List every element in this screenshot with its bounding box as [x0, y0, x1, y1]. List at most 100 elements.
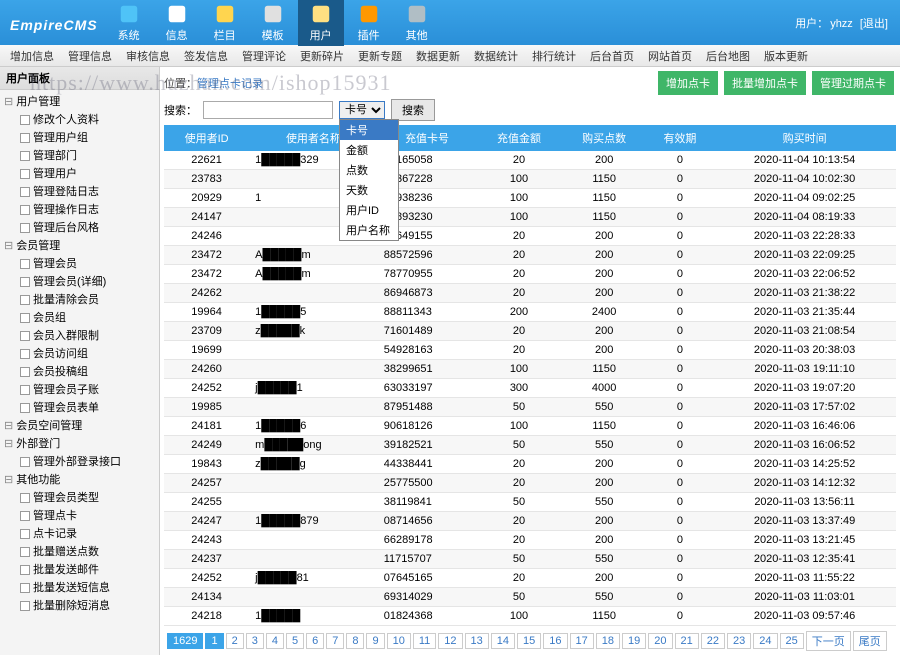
- pager-page[interactable]: 19: [622, 633, 646, 649]
- submenu-item[interactable]: 后台地图: [706, 48, 750, 64]
- pager-page[interactable]: 18: [596, 633, 620, 649]
- search-button[interactable]: 搜索: [391, 99, 435, 121]
- cell-points: 550: [562, 493, 647, 512]
- cell-uid: 23472: [164, 265, 249, 284]
- cell-time: 2020-11-03 13:56:11: [713, 493, 896, 512]
- pager-next[interactable]: 下一页: [806, 631, 851, 651]
- tree-leaf[interactable]: 管理用户: [2, 164, 157, 182]
- tree-leaf[interactable]: 管理会员表单: [2, 398, 157, 416]
- action-button[interactable]: 增加点卡: [658, 71, 718, 95]
- submenu-item[interactable]: 后台首页: [590, 48, 634, 64]
- tree-group[interactable]: 会员管理: [2, 236, 157, 254]
- submenu-item[interactable]: 网站首页: [648, 48, 692, 64]
- tree-leaf[interactable]: 管理用户组: [2, 128, 157, 146]
- pager-page[interactable]: 12: [438, 633, 462, 649]
- submenu-item[interactable]: 更新专题: [358, 48, 402, 64]
- pager-last[interactable]: 尾页: [853, 631, 887, 651]
- username-link[interactable]: yhzz: [830, 18, 853, 30]
- tree-leaf[interactable]: 会员访问组: [2, 344, 157, 362]
- tree-leaf[interactable]: 管理会员子账: [2, 380, 157, 398]
- pager-page[interactable]: 21: [675, 633, 699, 649]
- pager-page[interactable]: 2: [226, 633, 244, 649]
- topnav-模板[interactable]: 模板: [250, 0, 296, 46]
- topnav-其他[interactable]: 其他: [394, 0, 440, 46]
- pager-page[interactable]: 22: [701, 633, 725, 649]
- tree-leaf[interactable]: 管理会员类型: [2, 488, 157, 506]
- pager-page[interactable]: 6: [306, 633, 324, 649]
- cell-time: 2020-11-03 16:46:06: [713, 417, 896, 436]
- pager-page[interactable]: 23: [727, 633, 751, 649]
- tree-leaf[interactable]: 管理会员(详细): [2, 272, 157, 290]
- action-button[interactable]: 管理过期点卡: [812, 71, 894, 95]
- submenu-item[interactable]: 审核信息: [126, 48, 170, 64]
- pager-page[interactable]: 16: [543, 633, 567, 649]
- tree-leaf[interactable]: 管理外部登录接口: [2, 452, 157, 470]
- tree-leaf[interactable]: 管理会员: [2, 254, 157, 272]
- dropdown-option[interactable]: 点数: [340, 160, 398, 180]
- table-row: 2414719893230100115002020-11-04 08:19:33: [164, 208, 896, 227]
- breadcrumb-link[interactable]: 管理点卡记录: [197, 78, 263, 90]
- pager-page[interactable]: 3: [246, 633, 264, 649]
- pager-page[interactable]: 10: [387, 633, 411, 649]
- tree-leaf[interactable]: 批量发送短信息: [2, 578, 157, 596]
- tree-leaf[interactable]: 管理点卡: [2, 506, 157, 524]
- pager-page[interactable]: 4: [266, 633, 284, 649]
- logout-link[interactable]: [退出]: [860, 18, 888, 30]
- submenu-item[interactable]: 版本更新: [764, 48, 808, 64]
- pager-page[interactable]: 8: [346, 633, 364, 649]
- tree-leaf[interactable]: 管理操作日志: [2, 200, 157, 218]
- tree-leaf[interactable]: 批量删除短消息: [2, 596, 157, 614]
- topnav-插件[interactable]: 插件: [346, 0, 392, 46]
- tree-leaf[interactable]: 批量赠送点数: [2, 542, 157, 560]
- tree-group[interactable]: 会员空间管理: [2, 416, 157, 434]
- pager-page[interactable]: 15: [517, 633, 541, 649]
- submenu-item[interactable]: 管理评论: [242, 48, 286, 64]
- topnav-信息[interactable]: 信息: [154, 0, 200, 46]
- tree-group[interactable]: 其他功能: [2, 470, 157, 488]
- topnav-用户[interactable]: 用户: [298, 0, 344, 46]
- submenu-item[interactable]: 管理信息: [68, 48, 112, 64]
- pager-page[interactable]: 13: [465, 633, 489, 649]
- tree-leaf[interactable]: 批量发送邮件: [2, 560, 157, 578]
- tree-leaf[interactable]: 会员投稿组: [2, 362, 157, 380]
- submenu-item[interactable]: 数据更新: [416, 48, 460, 64]
- tree-leaf[interactable]: 会员组: [2, 308, 157, 326]
- tree-group[interactable]: 外部登门: [2, 434, 157, 452]
- dropdown-option[interactable]: 卡号: [340, 120, 398, 140]
- pager-page[interactable]: 9: [366, 633, 384, 649]
- action-button[interactable]: 批量增加点卡: [724, 71, 806, 95]
- pager-page[interactable]: 20: [648, 633, 672, 649]
- tree-group[interactable]: 用户管理: [2, 92, 157, 110]
- tree-leaf[interactable]: 会员入群限制: [2, 326, 157, 344]
- search-input[interactable]: [203, 101, 333, 119]
- submenu-item[interactable]: 数据统计: [474, 48, 518, 64]
- search-select[interactable]: 卡号: [339, 101, 385, 119]
- cell-points: 200: [562, 341, 647, 360]
- pager-page[interactable]: 1: [205, 633, 223, 649]
- pager-page[interactable]: 5: [286, 633, 304, 649]
- tree-leaf[interactable]: 管理后台风格: [2, 218, 157, 236]
- submenu-item[interactable]: 排行统计: [532, 48, 576, 64]
- submenu-item[interactable]: 更新碎片: [300, 48, 344, 64]
- pager-page[interactable]: 14: [491, 633, 515, 649]
- pager-page[interactable]: 24: [753, 633, 777, 649]
- topnav-栏目[interactable]: 栏目: [202, 0, 248, 46]
- dropdown-option[interactable]: 用户ID: [340, 200, 398, 220]
- dropdown-option[interactable]: 天数: [340, 180, 398, 200]
- dropdown-option[interactable]: 用户名称: [340, 220, 398, 240]
- submenu-item[interactable]: 签发信息: [184, 48, 228, 64]
- tree-leaf[interactable]: 修改个人资料: [2, 110, 157, 128]
- dropdown-option[interactable]: 金额: [340, 140, 398, 160]
- tree-leaf[interactable]: 管理部门: [2, 146, 157, 164]
- pager-page[interactable]: 25: [780, 633, 804, 649]
- search-field-dropdown[interactable]: 卡号 卡号金额点数天数用户ID用户名称: [339, 101, 385, 119]
- tree-leaf[interactable]: 管理登陆日志: [2, 182, 157, 200]
- tree-leaf[interactable]: 点卡记录: [2, 524, 157, 542]
- pager-page[interactable]: 11: [413, 633, 436, 649]
- tree-leaf[interactable]: 批量清除会员: [2, 290, 157, 308]
- topnav-系统[interactable]: 系统: [106, 0, 152, 46]
- cell-uname: 1█████: [249, 607, 378, 626]
- submenu-item[interactable]: 增加信息: [10, 48, 54, 64]
- pager-page[interactable]: 17: [570, 633, 594, 649]
- pager-page[interactable]: 7: [326, 633, 344, 649]
